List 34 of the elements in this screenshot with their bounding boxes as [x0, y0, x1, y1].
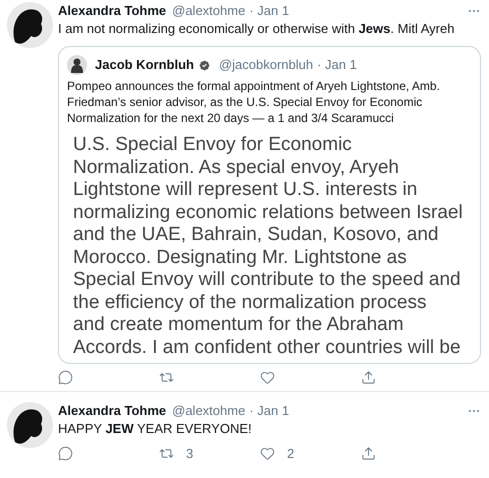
- quoted-text: Pompeo announces the formal appointment of Aryeh Lightstone, Amb. Friedman’s senior advisor, as the U.S. Special Envoy for Economic Normalization for the next 20 days — a 1 and 3/4 Scaramucci: [67, 78, 441, 126]
- image-text-line: and the UAE, Bahrain, Sudan, Kosovo, and: [73, 224, 440, 246]
- like-icon: [260, 370, 275, 385]
- image-text-line: Accords. I am confident other countries will be: [73, 336, 462, 359]
- reply-icon: [58, 446, 73, 462]
- tweet-date: · Jan 1: [249, 2, 290, 20]
- tweet-text: HAPPY JEW YEAR EVERYONE!: [58, 420, 253, 438]
- image-text-line: and create momentum for the Abraham: [73, 314, 405, 336]
- retweet-button[interactable]: 3: [159, 444, 239, 464]
- author-handle: @jacobkornbluh: [218, 56, 314, 74]
- like-button[interactable]: 2: [260, 444, 340, 464]
- tweet-date: · Jan 1: [249, 402, 290, 420]
- quoted-tweet[interactable]: [58, 46, 481, 364]
- image-text-line: Normalization. As special envoy, Aryeh: [73, 156, 400, 179]
- share-icon: [361, 370, 376, 385]
- share-icon: [361, 446, 376, 462]
- author-name: Alexandra Tohme: [58, 402, 166, 420]
- tweet-date: · Jan 1: [317, 56, 357, 74]
- author-handle: @alextohme: [172, 402, 246, 420]
- avatar-icon: [67, 55, 87, 75]
- like-icon: [260, 446, 275, 462]
- image-text-line: Morocco. Designating Mr. Lightstone as: [73, 246, 408, 269]
- author-name: Jacob Kornbluh: [95, 56, 194, 74]
- image-text-line: the efficiency of the normalization process: [73, 292, 428, 314]
- avatar-icon: [7, 2, 53, 48]
- author-handle: @alextohme: [172, 2, 246, 20]
- author-name: Alexandra Tohme: [58, 2, 166, 20]
- image-text-line: normalizing economic relations between Israel: [73, 202, 464, 224]
- image-text-line: U.S. Special Envoy for Economic: [73, 134, 353, 156]
- image-text-line: Special Envoy will contribute to the speed and: [73, 269, 462, 292]
- avatar-icon: [7, 402, 53, 448]
- reply-icon: [58, 370, 73, 385]
- image-text-line: Lightstone will represent U.S. interests in: [73, 179, 418, 202]
- tweet-text: I am not normalizing economically or otherwise with Jews. Mitl Ayreh: [58, 20, 456, 38]
